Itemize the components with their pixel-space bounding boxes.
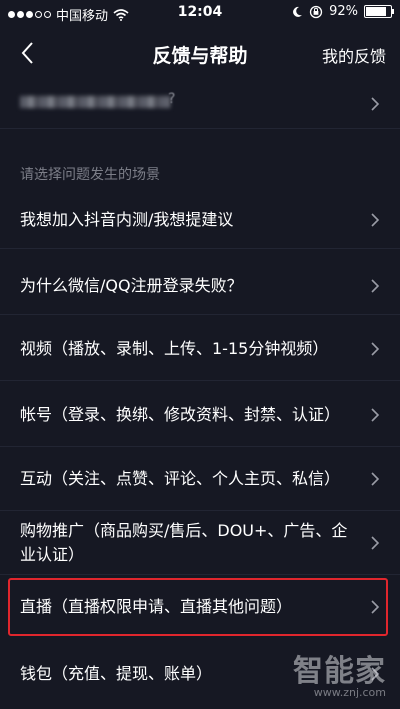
battery-icon	[364, 5, 394, 18]
nav-bar: 反馈与帮助 我的反馈	[0, 26, 400, 80]
rotation-lock-icon	[309, 5, 323, 18]
section-label: 请选择问题发生的场景	[20, 167, 160, 183]
chevron-right-icon	[371, 408, 380, 422]
watermark-brand: 智能家	[293, 654, 386, 689]
list-item-shopping-promotion[interactable]: 购物推广（商品购买/售后、DOU+、广告、企业认证）	[0, 512, 400, 575]
status-right: 92%	[291, 4, 394, 19]
list-item-label: 购物推广（商品购买/售后、DOU+、广告、企业认证）	[20, 521, 348, 564]
chevron-right-icon	[371, 536, 380, 550]
watermark: 智能家 www.znj.com	[293, 646, 386, 699]
my-feedback-button[interactable]: 我的反馈	[322, 43, 386, 67]
chevron-right-icon	[371, 600, 380, 614]
chevron-right-icon	[371, 97, 380, 111]
moon-icon	[293, 6, 303, 17]
battery-fill	[366, 7, 386, 16]
battery-percent: 92%	[329, 4, 358, 19]
list-item-label: 视频（播放、录制、上传、1-15分钟视频）	[20, 339, 329, 358]
list-item-label: 为什么微信/QQ注册登录失败？	[20, 276, 243, 295]
chevron-right-icon	[371, 472, 380, 486]
status-bar: 中国移动 12:04 92%	[0, 0, 400, 26]
list-item-label: 帐号（登录、换绑、修改资料、封禁、认证）	[20, 405, 341, 424]
chevron-right-icon	[371, 279, 380, 293]
list-item-video[interactable]: 视频（播放、录制、上传、1-15分钟视频）	[0, 318, 400, 381]
list-item-beta-suggestion[interactable]: 我想加入抖音内测/我想提建议	[0, 192, 400, 249]
blurred-text	[20, 96, 170, 108]
list-item-label: 我想加入抖音内测/我想提建议	[20, 210, 234, 229]
chevron-right-icon	[371, 213, 380, 227]
list-item-account[interactable]: 帐号（登录、换绑、修改资料、封禁、认证）	[0, 384, 400, 447]
list-item-label: 互动（关注、点赞、评论、个人主页、私信）	[20, 469, 341, 488]
list-item-login-failure[interactable]: 为什么微信/QQ注册登录失败？	[0, 258, 400, 315]
list-item-live-stream[interactable]: 直播（直播权限申请、直播其他问题）	[0, 580, 400, 634]
chevron-right-icon	[371, 342, 380, 356]
list-item-interaction[interactable]: 互动（关注、点赞、评论、个人主页、私信）	[0, 448, 400, 511]
list-item-label: 直播（直播权限申请、直播其他问题）	[20, 597, 293, 616]
blurred-text-tail: ?	[168, 91, 177, 107]
